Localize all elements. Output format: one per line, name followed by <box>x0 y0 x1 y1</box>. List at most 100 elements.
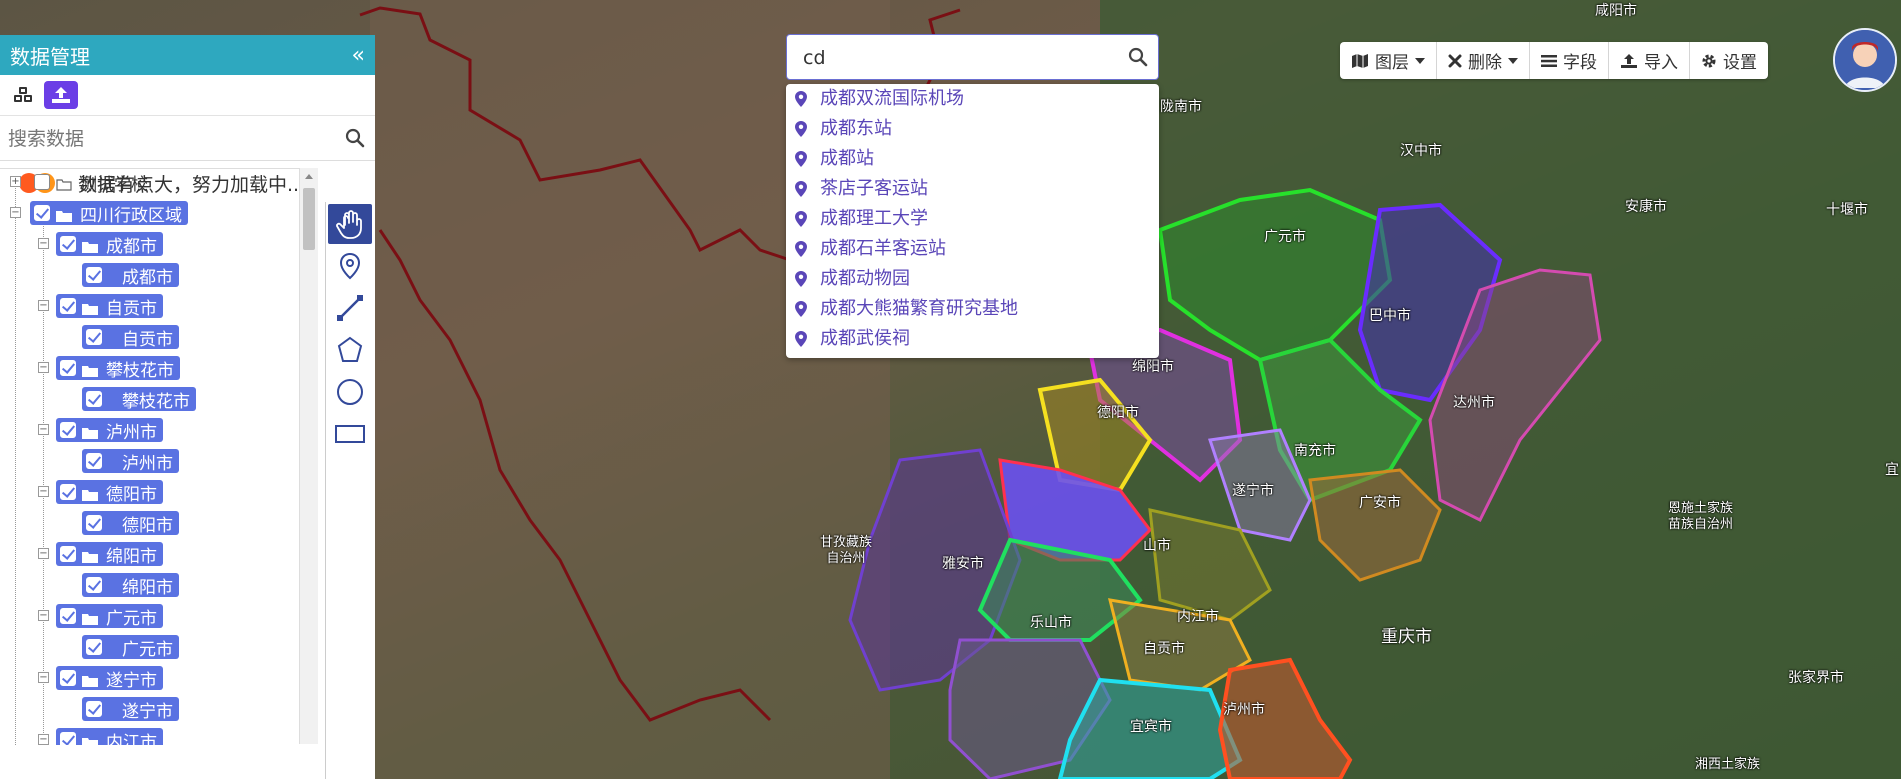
tree-row: − 成都市 <box>0 231 163 257</box>
tree-node-leaf[interactable]: 成都市 <box>82 263 179 288</box>
checkbox[interactable] <box>86 639 102 655</box>
polyline-tool-button[interactable] <box>328 288 372 328</box>
tree-node-city[interactable]: 攀枝花市 <box>56 356 180 381</box>
map-label-yi: 宜 <box>1885 462 1899 478</box>
tree-node-leaf[interactable]: 泸州市 <box>82 449 179 474</box>
tree-node-city[interactable]: 广元市 <box>56 604 163 629</box>
data-tree: + 测试学校 − 四川行政区域 − 成都市 成都市 − 自贡市 自贡市 − 攀枝… <box>0 168 318 745</box>
tree-node-label: 绵阳市 <box>122 577 173 598</box>
tree-node-sichuan-region[interactable]: 四川行政区域 <box>30 201 188 226</box>
scrollbar-thumb[interactable] <box>303 188 315 250</box>
data-search-input[interactable] <box>6 122 330 156</box>
map-label-guangyuan: 广元市 <box>1264 229 1306 245</box>
checkbox[interactable] <box>60 546 76 562</box>
collapse-minus-icon[interactable]: − <box>38 610 49 621</box>
place-search-box[interactable] <box>786 34 1159 81</box>
delete-dropdown-button[interactable]: 删除 <box>1437 42 1530 79</box>
settings-button[interactable]: 设置 <box>1690 42 1768 79</box>
circle-tool-button[interactable] <box>328 372 372 412</box>
checkbox[interactable] <box>86 267 102 283</box>
tree-node-leaf[interactable]: 遂宁市 <box>82 697 179 722</box>
tree-node-city[interactable]: 内江市 <box>56 728 163 745</box>
tree-node-city[interactable]: 遂宁市 <box>56 666 163 691</box>
tree-node-city[interactable]: 自贡市 <box>56 294 163 319</box>
folder-icon <box>56 207 72 222</box>
expand-plus-icon[interactable]: + <box>10 176 21 187</box>
caret-down-icon <box>1415 57 1425 64</box>
tab-layers[interactable] <box>6 81 40 109</box>
polygon-tool-button[interactable] <box>328 330 372 370</box>
collapse-minus-icon[interactable]: − <box>38 548 49 559</box>
suggestion-item[interactable]: 成都双流国际机场 <box>786 84 1159 114</box>
suggestion-item[interactable]: 成都理工大学 <box>786 204 1159 234</box>
checkbox[interactable] <box>34 205 50 221</box>
fields-button[interactable]: 字段 <box>1530 42 1609 79</box>
tree-row: + 测试学校 <box>0 169 154 195</box>
tree-node-leaf[interactable]: 攀枝花市 <box>82 387 196 412</box>
suggestion-item[interactable]: 成都动物园 <box>786 264 1159 294</box>
map-label-deyang: 德阳市 <box>1097 405 1139 421</box>
tree-node-leaf[interactable]: 德阳市 <box>82 511 179 536</box>
suggestion-item[interactable]: 成都东站 <box>786 114 1159 144</box>
tree-node-city[interactable]: 成都市 <box>56 232 163 257</box>
checkbox[interactable] <box>60 236 76 252</box>
collapse-minus-icon[interactable]: − <box>10 207 21 218</box>
checkbox[interactable] <box>60 670 76 686</box>
checkbox[interactable] <box>86 453 102 469</box>
collapse-minus-icon[interactable]: − <box>38 362 49 373</box>
checkbox[interactable] <box>86 391 102 407</box>
tree-row: − 广元市 <box>0 603 163 629</box>
tree-node-city[interactable]: 绵阳市 <box>56 542 163 567</box>
import-button[interactable]: 导入 <box>1609 42 1690 79</box>
checkbox[interactable] <box>60 732 76 745</box>
collapse-minus-icon[interactable]: − <box>38 734 49 745</box>
checkbox[interactable] <box>60 298 76 314</box>
tree-node-leaf[interactable]: 广元市 <box>82 635 179 660</box>
pan-tool-button[interactable] <box>328 204 372 244</box>
tree-node-label: 广元市 <box>106 608 157 629</box>
tab-upload[interactable] <box>44 81 78 109</box>
scroll-up-icon[interactable] <box>305 174 313 179</box>
checkbox[interactable] <box>86 515 102 531</box>
suggestion-item[interactable]: 成都武侯祠 <box>786 324 1159 354</box>
tree-node-city[interactable]: 泸州市 <box>56 418 163 443</box>
collapse-minus-icon[interactable]: − <box>38 486 49 497</box>
suggestion-label: 成都动物园 <box>820 268 910 289</box>
tree-scrollbar[interactable] <box>299 168 318 744</box>
checkbox[interactable] <box>86 329 102 345</box>
collapse-panel-button[interactable]: « <box>352 43 365 68</box>
collapse-minus-icon[interactable]: − <box>38 238 49 249</box>
suggestion-item[interactable]: 成都站 <box>786 144 1159 174</box>
tree-node-test-school[interactable]: 测试学校 <box>30 170 154 195</box>
map-pin-icon <box>795 151 807 167</box>
checkbox[interactable] <box>60 360 76 376</box>
checkbox[interactable] <box>60 422 76 438</box>
rectangle-tool-button[interactable] <box>328 414 372 454</box>
search-icon[interactable] <box>1128 47 1148 67</box>
user-avatar[interactable] <box>1833 28 1897 92</box>
tree-node-leaf[interactable]: 自贡市 <box>82 325 179 350</box>
hand-icon <box>336 210 362 239</box>
collapse-minus-icon[interactable]: − <box>38 672 49 683</box>
layers-dropdown-button[interactable]: 图层 <box>1340 42 1437 79</box>
checkbox[interactable] <box>86 577 102 593</box>
rectangle-icon <box>335 425 365 443</box>
collapse-minus-icon[interactable]: − <box>38 424 49 435</box>
suggestion-item[interactable]: 成都石羊客运站 <box>786 234 1159 264</box>
checkbox[interactable] <box>60 484 76 500</box>
collapse-minus-icon[interactable]: − <box>38 300 49 311</box>
tree-node-leaf[interactable]: 绵阳市 <box>82 573 179 598</box>
tree-node-label: 成都市 <box>106 236 157 257</box>
map-label-zhangjiajie: 张家界市 <box>1788 670 1844 686</box>
tree-node-label: 遂宁市 <box>122 701 173 722</box>
checkbox[interactable] <box>34 174 50 190</box>
checkbox[interactable] <box>86 701 102 717</box>
place-search-input[interactable] <box>801 35 1125 81</box>
suggestion-item[interactable]: 茶店子客运站 <box>786 174 1159 204</box>
search-icon[interactable] <box>345 128 365 148</box>
marker-tool-button[interactable] <box>328 246 372 286</box>
checkbox[interactable] <box>60 608 76 624</box>
tree-node-city[interactable]: 德阳市 <box>56 480 163 505</box>
map-pin-icon <box>795 301 807 317</box>
suggestion-item[interactable]: 成都大熊猫繁育研究基地 <box>786 294 1159 324</box>
